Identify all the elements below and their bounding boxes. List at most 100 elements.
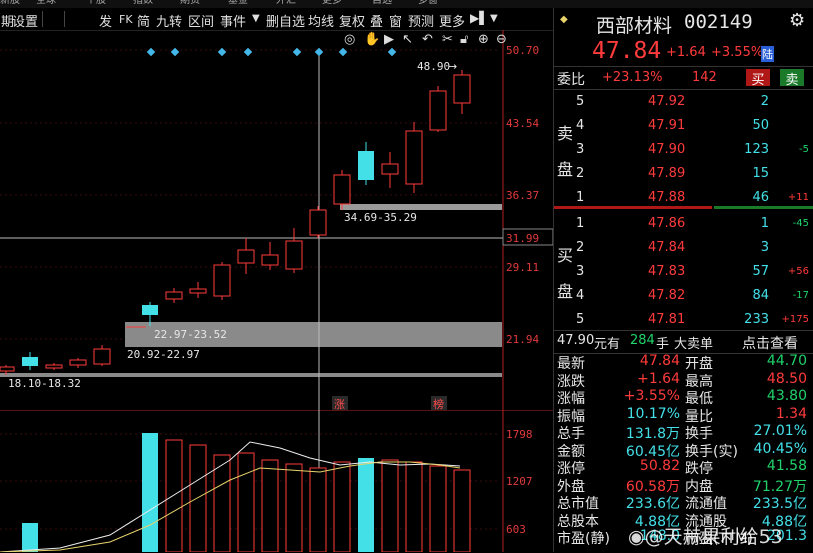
dragon-tiger-marker[interactable]: 榜 — [433, 397, 444, 410]
weibo-logo-icon: ◉ — [628, 526, 645, 548]
bid-row[interactable]: 3 47.83 57 +56 — [554, 260, 813, 284]
simple-button[interactable]: 简 — [137, 11, 150, 30]
ratio-value: +23.13% — [602, 70, 663, 85]
price-axis-label: 21.94 — [506, 333, 539, 346]
scissors-icon[interactable]: ✂ — [442, 32, 453, 47]
ask-volume: 46 — [752, 190, 769, 205]
events-dropdown-icon[interactable]: ▼ — [252, 13, 260, 24]
top-menu-item[interactable]: 新股 — [0, 0, 20, 6]
settings-button[interactable]: 设置 — [12, 11, 38, 30]
expand-icon[interactable]: ▶▌ — [470, 11, 488, 25]
bid-price: 47.81 — [648, 312, 686, 327]
price-header: 47.84 +1.64 +3.55% 陆 — [554, 36, 813, 66]
quote-row: 振幅 10.17% 量比 1.34 — [554, 406, 813, 425]
stock-code: 002149 — [684, 11, 753, 33]
candle — [285, 240, 303, 270]
zoom-in-icon[interactable]: ⊕ — [478, 32, 489, 47]
top-menu-item[interactable]: 多窗 — [418, 0, 438, 6]
quote-value: 50.82 — [639, 458, 680, 474]
top-menu-item[interactable]: 基金 — [228, 0, 248, 6]
book-divider — [554, 206, 813, 210]
watermark: ◉@天赫果利给53 — [628, 522, 783, 549]
buy-button[interactable]: 买 — [746, 69, 770, 88]
quote-value: 27.01% — [753, 423, 807, 439]
top-menu-item[interactable]: 期货 — [180, 0, 200, 6]
bid-row[interactable]: 5 47.81 233 +175 — [554, 308, 813, 332]
window-button[interactable]: 窗 — [389, 11, 402, 30]
ask-price: 47.88 — [648, 190, 686, 205]
volume-chart[interactable]: 1798 1207 603 — [0, 410, 553, 552]
gap-label-4: 18.10-18.32 — [8, 377, 81, 390]
gear-icon[interactable]: ⚙ — [789, 10, 805, 31]
eye-icon[interactable]: ◎ — [344, 32, 355, 47]
bid-volume: 3 — [760, 240, 769, 255]
sell-button[interactable]: 卖 — [780, 69, 804, 88]
hand-icon[interactable]: ✋ — [364, 32, 380, 47]
bid-row[interactable]: 1 47.86 1 -45 — [554, 212, 813, 236]
level: 4 — [576, 288, 585, 303]
more-button[interactable]: 更多 — [439, 11, 465, 30]
candle — [142, 305, 158, 315]
top-menu-item[interactable]: 外汇 — [276, 0, 296, 6]
bid-row[interactable]: 2 47.84 3 — [554, 236, 813, 260]
candle — [213, 264, 231, 297]
big-order-row: 47.90 元有 284 手 大卖单 点击查看 — [554, 330, 813, 354]
toolbar-divider — [64, 11, 65, 27]
zoom-out-icon[interactable]: ⊖ — [496, 32, 507, 47]
ask-volume: 15 — [752, 166, 769, 181]
forecast-button[interactable]: 预测 — [408, 11, 434, 30]
ask-row[interactable]: 2 47.89 15 — [554, 162, 813, 186]
quote-row: 涨幅 +3.55% 最低 43.80 — [554, 388, 813, 407]
volume-axis-label: 1207 — [506, 475, 533, 488]
adjust-button[interactable]: 复权 — [339, 11, 365, 30]
bid-volume: 1 — [760, 216, 769, 231]
ask-row[interactable]: 3 47.90 123 -5 — [554, 138, 813, 162]
publish-button[interactable]: 发 — [99, 11, 112, 30]
quote-row: 最新 47.84 开盘 44.70 — [554, 353, 813, 372]
quote-row: 涨停 50.82 跌停 41.58 — [554, 458, 813, 477]
limit-up-marker[interactable]: 涨 — [334, 398, 345, 410]
top-menu-item[interactable]: 指数 — [133, 0, 153, 6]
moving-average-button[interactable]: 均线 — [308, 11, 334, 30]
level: 1 — [576, 190, 585, 205]
nine-turn-button[interactable]: 九转 — [156, 11, 182, 30]
cursor-icon[interactable]: ↖ — [402, 32, 413, 47]
play-icon[interactable]: ▶ — [384, 32, 394, 47]
level: 3 — [576, 142, 585, 157]
ask-row[interactable]: 5 47.92 2 — [554, 90, 813, 114]
event-markers[interactable] — [146, 47, 397, 57]
candlestick-chart[interactable]: 48.90 → 34.69-35.29 22.97-23.52 20.92-22… — [0, 30, 553, 410]
candle — [333, 174, 351, 205]
stock-name: 西部材料 — [596, 15, 673, 37]
top-menu-item[interactable]: 全球 — [36, 0, 56, 6]
view-detail-link[interactable]: 点击查看 — [742, 333, 798, 353]
lock-icon[interactable]: 🔓︎ — [460, 32, 468, 47]
fk-button[interactable]: FK — [119, 13, 133, 26]
bid-volume: 233 — [744, 312, 769, 327]
bid-price: 47.83 — [648, 264, 686, 279]
watermark-text: @天赫果利给53 — [644, 526, 783, 548]
top-menu-item[interactable]: 个股 — [86, 0, 106, 6]
bid-row[interactable]: 4 47.82 84 -17 — [554, 284, 813, 308]
quote-value: 43.80 — [766, 388, 807, 404]
price-change-pct: +3.55% — [711, 45, 764, 60]
ask-price: 47.89 — [648, 166, 686, 181]
ask-side: 卖 盘 5 47.92 2 4 47.91 50 3 47.90 123 -5 … — [554, 90, 813, 210]
range-button[interactable]: 区间 — [188, 11, 214, 30]
high-price-label: 48.90 — [417, 60, 450, 73]
top-menu-item[interactable]: 自选 — [372, 0, 392, 6]
undo-icon[interactable]: ↶ — [422, 32, 433, 47]
ask-row[interactable]: 4 47.91 50 — [554, 114, 813, 138]
remove-watchlist-button[interactable]: 删自选 — [266, 11, 305, 30]
candle — [0, 366, 15, 372]
overlay-button[interactable]: 叠 — [370, 11, 383, 30]
events-button[interactable]: 事件 — [220, 11, 246, 30]
top-menu-item[interactable]: 更多 — [322, 0, 342, 6]
ask-volume: 50 — [752, 118, 769, 133]
bid-change: -17 — [792, 290, 809, 301]
top-menu-strip: 新股 全球 个股 指数 期货 基金 外汇 更多 自选 多窗 — [0, 0, 813, 8]
favorite-star-icon[interactable]: ◆ — [560, 14, 568, 25]
more-dropdown-icon[interactable]: ▼ — [490, 13, 498, 24]
level: 1 — [576, 216, 585, 231]
ask-volume: 2 — [760, 94, 769, 109]
